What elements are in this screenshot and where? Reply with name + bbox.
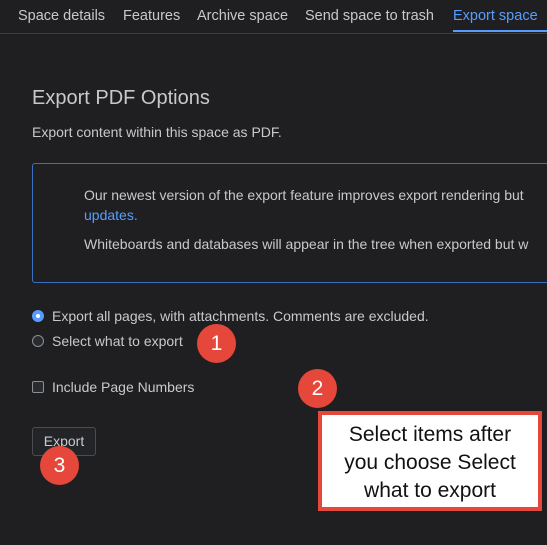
tab-space-details[interactable]: Space details xyxy=(18,8,105,24)
callout-line1: Select items after xyxy=(348,423,512,446)
active-tab-indicator xyxy=(453,30,547,32)
callout-line2: you choose Select xyxy=(344,451,516,474)
tab-features[interactable]: Features xyxy=(123,8,180,24)
include-page-numbers-checkbox-row[interactable]: Include Page Numbers xyxy=(32,379,202,396)
annotation-badge-3: 3 xyxy=(40,446,79,485)
include-page-numbers-checkbox[interactable] xyxy=(32,381,44,393)
info-notice: Our newest version of the export feature… xyxy=(32,163,547,283)
radio-select-what-label: Select what to export xyxy=(52,333,183,349)
include-page-numbers-label: Include Page Numbers xyxy=(52,379,195,395)
radio-button-checked[interactable] xyxy=(32,310,44,322)
annotation-badge-1: 1 xyxy=(197,324,236,363)
tab-export-space[interactable]: Export space xyxy=(453,8,538,24)
radio-button-unchecked[interactable] xyxy=(32,335,44,347)
page-description: Export content within this space as PDF. xyxy=(32,124,282,140)
page-title: Export PDF Options xyxy=(32,87,210,109)
notice-text-line3: Whiteboards and databases will appear in… xyxy=(84,236,529,252)
annotation-badge-2: 2 xyxy=(298,369,337,408)
radio-select-what-to-export[interactable]: Select what to export xyxy=(32,333,202,350)
callout-line3: what to export xyxy=(364,479,496,502)
radio-export-all-pages[interactable]: Export all pages, with attachments. Comm… xyxy=(32,308,452,325)
tab-send-space-to-trash[interactable]: Send space to trash xyxy=(305,8,434,24)
annotation-callout: Select items after you choose Select wha… xyxy=(318,411,542,511)
tab-archive-space[interactable]: Archive space xyxy=(197,8,288,24)
radio-export-all-label: Export all pages, with attachments. Comm… xyxy=(52,308,429,324)
notice-text-line1: Our newest version of the export feature… xyxy=(84,187,524,203)
notice-updates-link[interactable]: updates. xyxy=(84,207,138,223)
tab-bar: Space details Features Archive space Sen… xyxy=(0,0,547,34)
export-space-page: Space details Features Archive space Sen… xyxy=(0,0,547,545)
